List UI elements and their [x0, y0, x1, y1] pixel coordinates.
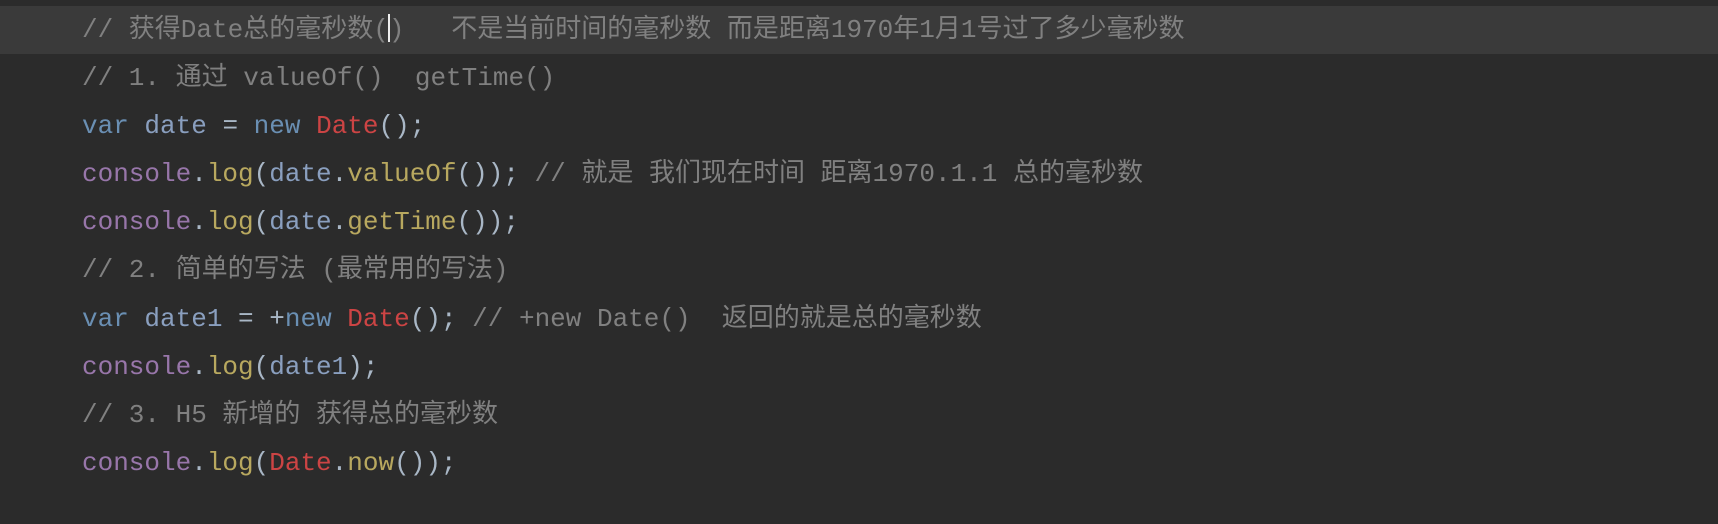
whitespace	[300, 111, 316, 141]
whitespace	[207, 111, 223, 141]
punct: ()	[379, 111, 410, 141]
punct: .	[332, 159, 348, 189]
code-line[interactable]: console.log(date.getTime());	[0, 198, 1718, 246]
whitespace	[519, 159, 535, 189]
punct: ;	[363, 352, 379, 382]
identifier: date	[269, 207, 331, 237]
punct: ;	[410, 111, 426, 141]
method-name: getTime	[347, 207, 456, 237]
method-name: log	[207, 352, 254, 382]
punct: ;	[441, 304, 457, 334]
code-line[interactable]: var date = new Date();	[0, 102, 1718, 150]
whitespace	[238, 111, 254, 141]
identifier: date1	[144, 304, 222, 334]
punct: ;	[441, 448, 457, 478]
method-name: log	[207, 159, 254, 189]
punct: ;	[503, 159, 519, 189]
identifier: console	[82, 352, 191, 382]
punct: )	[488, 159, 504, 189]
identifier: date1	[269, 352, 347, 382]
punct: (	[254, 207, 270, 237]
punct: (	[254, 448, 270, 478]
comment-text: ) 不是当前时间的毫秒数 而是距离1970年1月1号过了多少毫秒数	[389, 15, 1185, 45]
text-cursor	[388, 14, 390, 42]
code-editor[interactable]: // 获得Date总的毫秒数() 不是当前时间的毫秒数 而是距离1970年1月1…	[0, 0, 1718, 495]
method-name: now	[347, 448, 394, 478]
punct: )	[425, 448, 441, 478]
punct: (	[254, 352, 270, 382]
punct: (	[254, 159, 270, 189]
code-line[interactable]: console.log(Date.now());	[0, 439, 1718, 487]
code-line[interactable]: // 1. 通过 valueOf() getTime()	[0, 54, 1718, 102]
identifier: date	[144, 111, 206, 141]
punct: .	[332, 448, 348, 478]
keyword: var	[82, 304, 129, 334]
punct: .	[191, 207, 207, 237]
punct: .	[191, 352, 207, 382]
code-line[interactable]: // 3. H5 新增的 获得总的毫秒数	[0, 391, 1718, 439]
whitespace	[332, 304, 348, 334]
comment-text: // 获得Date总的毫秒数(	[82, 15, 389, 45]
whitespace	[457, 304, 473, 334]
identifier: console	[82, 207, 191, 237]
code-line[interactable]: console.log(date.valueOf()); // 就是 我们现在时…	[0, 150, 1718, 198]
comment-text: // 就是 我们现在时间 距离1970.1.1 总的毫秒数	[535, 159, 1143, 189]
operator: =	[222, 111, 238, 141]
punct: .	[191, 448, 207, 478]
identifier: date	[269, 159, 331, 189]
keyword: new	[254, 111, 301, 141]
punct: ()	[410, 304, 441, 334]
punct: .	[191, 159, 207, 189]
punct: )	[488, 207, 504, 237]
keyword: new	[285, 304, 332, 334]
class-name: Date	[316, 111, 378, 141]
punct: ()	[394, 448, 425, 478]
keyword: var	[82, 111, 129, 141]
punct: .	[332, 207, 348, 237]
code-line[interactable]: // 获得Date总的毫秒数() 不是当前时间的毫秒数 而是距离1970年1月1…	[0, 6, 1718, 54]
whitespace	[129, 304, 145, 334]
comment-text: // 3. H5 新增的 获得总的毫秒数	[82, 400, 498, 430]
method-name: log	[207, 207, 254, 237]
whitespace	[254, 304, 270, 334]
class-name: Date	[347, 304, 409, 334]
class-name: Date	[269, 448, 331, 478]
whitespace	[222, 304, 238, 334]
code-line[interactable]: var date1 = +new Date(); // +new Date() …	[0, 295, 1718, 343]
method-name: valueOf	[347, 159, 456, 189]
comment-text: // +new Date() 返回的就是总的毫秒数	[472, 304, 982, 334]
punct: ()	[457, 159, 488, 189]
method-name: log	[207, 448, 254, 478]
identifier: console	[82, 448, 191, 478]
punct: ()	[457, 207, 488, 237]
operator: =	[238, 304, 254, 334]
punct: )	[347, 352, 363, 382]
comment-text: // 2. 简单的写法 (最常用的写法)	[82, 255, 508, 285]
whitespace	[129, 111, 145, 141]
punct: ;	[503, 207, 519, 237]
identifier: console	[82, 159, 191, 189]
code-line[interactable]: console.log(date1);	[0, 343, 1718, 391]
comment-text: // 1. 通过 valueOf() getTime()	[82, 63, 555, 93]
operator: +	[269, 304, 285, 334]
code-line[interactable]: // 2. 简单的写法 (最常用的写法)	[0, 246, 1718, 294]
